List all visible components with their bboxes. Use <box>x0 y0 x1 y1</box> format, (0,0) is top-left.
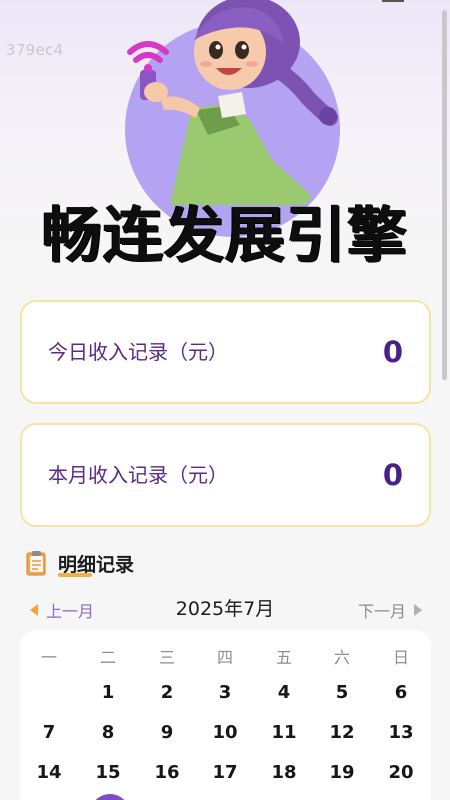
scrollbar[interactable] <box>442 10 447 380</box>
calendar-day[interactable]: 6 <box>372 675 430 711</box>
watermark-text: 379ec4 <box>6 41 64 59</box>
calendar-day[interactable]: 11 <box>255 715 313 751</box>
calendar-week-row: 7 8 9 10 11 12 13 <box>20 715 431 751</box>
details-title-underline <box>58 573 92 577</box>
app-title: 畅连发展引擎 <box>42 201 408 271</box>
weekday-wed: 三 <box>158 648 175 667</box>
weekday-header-row: 一 二 三 四 五 六 日 <box>20 640 431 676</box>
calendar-day[interactable]: 2 <box>138 675 196 711</box>
calendar-day[interactable]: 8 <box>79 715 137 751</box>
month-income-value: 0 <box>382 458 403 492</box>
today-income-label: 今日收入记录（元） <box>48 340 228 364</box>
calendar-day[interactable]: 1 <box>79 675 137 711</box>
weekday-sat: 六 <box>333 648 350 667</box>
calendar-week-row: 14 15 16 17 18 19 20 <box>20 755 431 791</box>
weekday-fri: 五 <box>275 648 292 667</box>
menu-icon[interactable] <box>382 0 404 2</box>
calendar-day[interactable]: 19 <box>313 755 371 791</box>
weekday-thu: 四 <box>216 648 233 667</box>
calendar-day[interactable]: 13 <box>372 715 430 751</box>
clipboard-icon <box>26 551 46 576</box>
calendar-day[interactable]: 12 <box>313 715 371 751</box>
calendar-day[interactable]: 10 <box>196 715 254 751</box>
calendar-day[interactable]: 9 <box>138 715 196 751</box>
weekday-tue: 二 <box>99 648 116 667</box>
today-income-card: 今日收入记录（元） 0 <box>20 300 431 404</box>
calendar-day[interactable]: 20 <box>372 755 430 791</box>
calendar-day[interactable]: 14 <box>20 755 78 791</box>
weekday-sun: 日 <box>392 648 409 667</box>
weekday-mon: 一 <box>40 648 57 667</box>
month-income-label: 本月收入记录（元） <box>48 463 228 487</box>
calendar-day[interactable]: 3 <box>196 675 254 711</box>
calendar: 一 二 三 四 五 六 日 1 2 3 4 5 6 7 8 9 10 11 12… <box>20 630 431 800</box>
calendar-day[interactable]: 7 <box>20 715 78 751</box>
hero-illustration <box>100 0 350 237</box>
calendar-week-row: 1 2 3 4 5 6 <box>20 675 431 711</box>
month-income-card: 本月收入记录（元） 0 <box>20 423 431 527</box>
calendar-day[interactable]: 15 <box>79 755 137 791</box>
calendar-day[interactable]: 16 <box>138 755 196 791</box>
calendar-day[interactable]: 5 <box>313 675 371 711</box>
calendar-day[interactable]: 17 <box>196 755 254 791</box>
girl-with-wifi-icon <box>127 0 338 205</box>
next-month-button[interactable]: 下一月 <box>358 598 422 622</box>
chevron-right-icon <box>414 604 422 616</box>
next-month-label: 下一月 <box>357 602 406 621</box>
today-income-value: 0 <box>382 335 403 369</box>
calendar-day[interactable]: 4 <box>255 675 313 711</box>
selected-day-indicator[interactable] <box>90 794 130 800</box>
calendar-day[interactable]: 18 <box>255 755 313 791</box>
